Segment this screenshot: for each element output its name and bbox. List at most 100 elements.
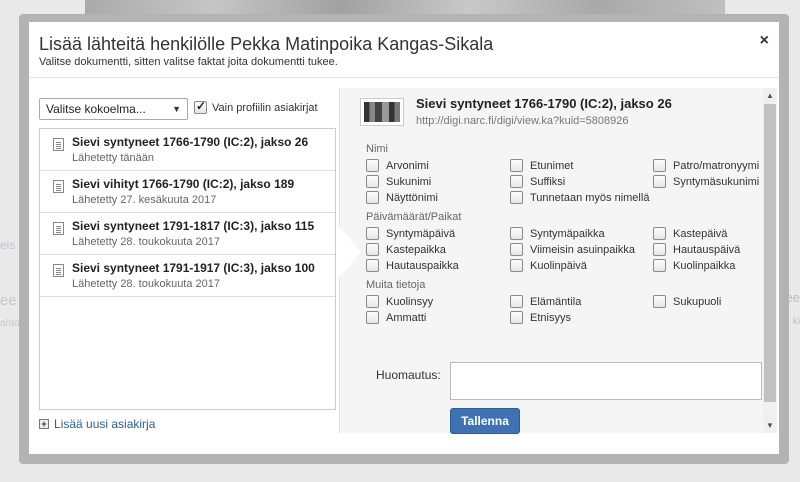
fact-label: Syntymäpaikka — [530, 227, 605, 240]
fact-label: Kastepaikka — [386, 243, 446, 256]
fact-label: Sukupuoli — [673, 295, 722, 308]
checkbox[interactable] — [510, 191, 523, 204]
scroll-up-icon[interactable]: ▲ — [766, 91, 774, 100]
checkbox[interactable] — [653, 175, 666, 188]
modal-title: Lisää lähteitä henkilölle Pekka Matinpoi… — [39, 34, 494, 54]
scroll-thumb[interactable] — [764, 104, 776, 402]
checkbox[interactable] — [653, 159, 666, 172]
checkbox[interactable] — [653, 295, 666, 308]
fact-label: Suffiksi — [530, 175, 566, 188]
fact-checkbox[interactable]: Syntymäpaikka — [510, 227, 605, 240]
document-date: Lähetetty 27. kesäkuuta 2017 — [72, 194, 217, 206]
checkbox[interactable] — [653, 243, 666, 256]
fact-checkbox[interactable]: Kastepaikka — [366, 243, 446, 256]
checkbox[interactable] — [366, 259, 379, 272]
plus-icon: + — [39, 419, 49, 429]
add-document-label: Lisää uusi asiakirja — [54, 417, 156, 431]
checkbox[interactable] — [510, 295, 523, 308]
notes-label: Huomautus: — [376, 368, 441, 382]
checkbox[interactable] — [366, 175, 379, 188]
fact-checkbox[interactable]: Hautauspäivä — [653, 243, 740, 256]
profile-only-checkbox[interactable] — [194, 99, 207, 114]
checkbox[interactable] — [366, 159, 379, 172]
fact-label: Hautauspäivä — [673, 243, 741, 256]
fact-checkbox[interactable]: Sukunimi — [366, 175, 431, 188]
checkbox[interactable] — [366, 227, 379, 240]
document-picker: Valitse kokoelma... ▼ Vain profiilin asi… — [39, 98, 339, 434]
document-icon — [53, 222, 64, 235]
collection-select[interactable]: Valitse kokoelma... ▼ — [39, 98, 188, 120]
document-item[interactable]: Sievi syntyneet 1766-1790 (IC:2), jakso … — [40, 129, 335, 171]
fact-checkbox[interactable]: Hautauspaikka — [366, 259, 459, 272]
checkbox[interactable] — [510, 259, 523, 272]
fact-checkbox[interactable]: Kuolinpaikka — [653, 259, 735, 272]
fact-checkbox[interactable]: Etunimet — [510, 159, 573, 172]
checkbox[interactable] — [510, 227, 523, 240]
checkbox[interactable] — [510, 159, 523, 172]
fact-label: Hautauspaikka — [386, 259, 459, 272]
background-text: eis — [0, 238, 16, 252]
fact-checkbox[interactable]: Ammatti — [366, 311, 426, 324]
scrollbar[interactable]: ▲ ▼ — [763, 88, 777, 433]
checkbox[interactable] — [366, 311, 379, 324]
add-document-link[interactable]: + Lisää uusi asiakirja — [39, 417, 155, 431]
close-button[interactable]: × — [760, 32, 769, 50]
checkbox[interactable] — [510, 175, 523, 188]
notes-textarea[interactable] — [450, 362, 762, 400]
background-text: ahto — [0, 318, 20, 329]
checkbox[interactable] — [510, 243, 523, 256]
checkbox[interactable] — [653, 259, 666, 272]
checkbox[interactable] — [366, 295, 379, 308]
fact-checkbox[interactable]: Suffiksi — [510, 175, 565, 188]
checkbox[interactable] — [653, 227, 666, 240]
fact-checkbox[interactable]: Kuolinsyy — [366, 295, 433, 308]
fact-checkbox[interactable]: Syntymäsukunimi — [653, 175, 759, 188]
background-text: ee — [0, 292, 17, 309]
fact-label: Patro/matronyymi — [673, 159, 760, 172]
document-icon — [53, 180, 64, 193]
document-item[interactable]: Sievi syntyneet 1791-1817 (IC:3), jakso … — [40, 213, 335, 255]
fact-checkbox[interactable]: Patro/matronyymi — [653, 159, 759, 172]
fact-checkbox[interactable]: Etnisyys — [510, 311, 571, 324]
fact-label: Näyttönimi — [386, 191, 438, 204]
document-item[interactable]: Sievi syntyneet 1791-1917 (IC:3), jakso … — [40, 255, 335, 297]
checkbox[interactable] — [366, 191, 379, 204]
profile-only-toggle[interactable]: Vain profiilin asiakirjat — [194, 99, 318, 114]
fact-label: Kuolinpaikka — [673, 259, 736, 272]
fact-checkbox[interactable]: Kastepäivä — [653, 227, 727, 240]
fact-label: Elämäntila — [530, 295, 582, 308]
document-date: Lähetetty 28. toukokuuta 2017 — [72, 278, 221, 290]
source-url[interactable]: http://digi.narc.fi/digi/view.ka?kuid=58… — [416, 115, 629, 127]
fact-label: Kastepäivä — [673, 227, 728, 240]
fact-label: Kuolinsyy — [386, 295, 434, 308]
fact-selection-panel: Sievi syntyneet 1766-1790 (IC:2), jakso … — [339, 88, 777, 434]
chevron-down-icon: ▼ — [172, 104, 181, 114]
fact-checkbox[interactable]: Sukupuoli — [653, 295, 721, 308]
fact-label: Syntymäpäivä — [386, 227, 456, 240]
document-title: Sievi syntyneet 1766-1790 (IC:2), jakso … — [72, 135, 309, 149]
fact-checkbox[interactable]: Elämäntila — [510, 295, 581, 308]
checkbox[interactable] — [366, 243, 379, 256]
section-label-dates: Päivämäärät/Paikat — [366, 211, 462, 223]
profile-only-label: Vain profiilin asiakirjat — [212, 101, 318, 114]
fact-checkbox[interactable]: Arvonimi — [366, 159, 429, 172]
background-text: ki — [792, 316, 800, 327]
save-button[interactable]: Tallenna — [450, 408, 520, 434]
document-date: Lähetetty tänään — [72, 152, 154, 164]
fact-label: Syntymäsukunimi — [673, 175, 760, 188]
fact-label: Etnisyys — [530, 311, 571, 324]
fact-label: Viimeisin asuinpaikka — [530, 243, 635, 256]
fact-label: Tunnetaan myös nimellä — [530, 191, 650, 204]
fact-checkbox[interactable]: Näyttönimi — [366, 191, 438, 204]
document-title: Sievi vihityt 1766-1790 (IC:2), jakso 18… — [72, 177, 295, 191]
document-item[interactable]: Sievi vihityt 1766-1790 (IC:2), jakso 18… — [40, 171, 335, 213]
section-label-other: Muita tietoja — [366, 279, 426, 291]
add-sources-modal: Lisää lähteitä henkilölle Pekka Matinpoi… — [29, 22, 779, 454]
fact-checkbox[interactable]: Viimeisin asuinpaikka — [510, 243, 635, 256]
scroll-down-icon[interactable]: ▼ — [766, 421, 774, 430]
checkbox[interactable] — [510, 311, 523, 324]
fact-checkbox[interactable]: Tunnetaan myös nimellä — [510, 191, 649, 204]
fact-checkbox[interactable]: Syntymäpäivä — [366, 227, 455, 240]
fact-checkbox[interactable]: Kuolinpäivä — [510, 259, 587, 272]
fact-label: Kuolinpäivä — [530, 259, 587, 272]
